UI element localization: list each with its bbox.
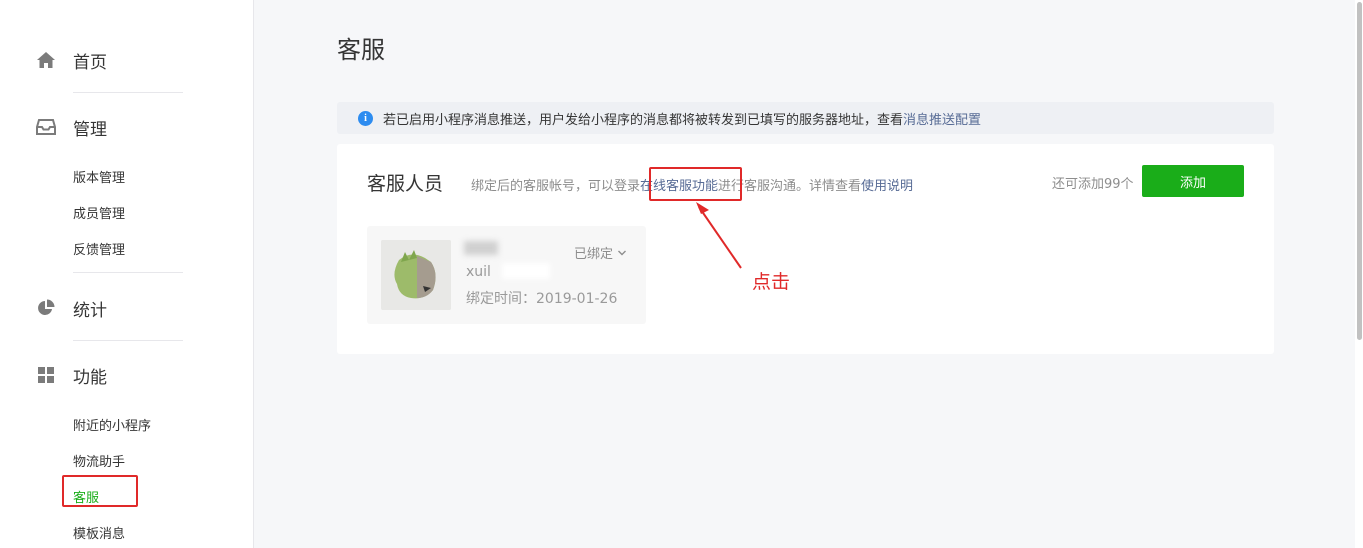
notice-link[interactable]: 消息推送配置: [903, 109, 981, 128]
agent-account-redacted: [502, 263, 550, 279]
quota-text: 还可添加99个: [1052, 177, 1134, 192]
notice-banner: i 若已启用小程序消息推送，用户发给小程序的消息都将被转发到已填写的服务器地址，…: [337, 102, 1274, 134]
add-button[interactable]: 添加: [1142, 165, 1244, 197]
grid-icon: [36, 365, 56, 385]
annotation-arrow-icon: [696, 202, 742, 269]
agent-card[interactable]: xuil 绑定时间：2019-01-26 已绑定: [367, 226, 646, 324]
nav-features-label: 功能: [73, 367, 107, 388]
bind-time: 绑定时间：2019-01-26: [466, 291, 618, 307]
agent-name-redacted: [464, 241, 498, 255]
divider: [73, 272, 183, 273]
usage-guide-link[interactable]: 使用说明: [861, 179, 913, 194]
card-desc-text: 绑定后的客服帐号，可以登录: [471, 179, 641, 194]
customer-service-card: 客服人员 绑定后的客服帐号，可以登录在线客服功能进行客服沟通。详情查看使用说明 …: [337, 144, 1274, 354]
nav-features[interactable]: 功能: [36, 363, 107, 388]
sidebar-item-nearby[interactable]: 附近的小程序: [73, 415, 151, 434]
sidebar-item-logistics[interactable]: 物流助手: [73, 451, 125, 470]
pie-chart-icon: [36, 298, 56, 318]
bind-status-dropdown[interactable]: 已绑定: [574, 243, 627, 262]
sidebar: 首页 管理 版本管理 成员管理 反馈管理 统计 功能 附近的小程序 物流助手 客…: [0, 0, 254, 548]
divider: [73, 340, 183, 341]
sidebar-item-members[interactable]: 成员管理: [73, 203, 125, 222]
agent-account: xuil: [466, 264, 491, 280]
nav-stats[interactable]: 统计: [36, 296, 107, 321]
page-title: 客服: [337, 36, 385, 64]
home-icon: [36, 50, 56, 70]
chevron-down-icon: [618, 250, 627, 255]
notice-text: 若已启用小程序消息推送，用户发给小程序的消息都将被转发到已填写的服务器地址，查看: [383, 112, 904, 128]
inbox-icon: [36, 117, 56, 137]
nav-manage-label: 管理: [73, 119, 107, 140]
divider: [73, 92, 183, 93]
info-icon: i: [358, 110, 373, 126]
card-title: 客服人员: [367, 173, 444, 195]
nav-home-label: 首页: [73, 52, 107, 73]
nav-manage[interactable]: 管理: [36, 115, 107, 140]
nav-stats-label: 统计: [73, 300, 107, 321]
bind-status-label: 已绑定: [574, 247, 614, 262]
annotation-highlight-box: [62, 475, 138, 507]
sidebar-item-version[interactable]: 版本管理: [73, 167, 125, 186]
annotation-text: 点击: [752, 271, 791, 293]
sidebar-item-feedback[interactable]: 反馈管理: [73, 239, 125, 258]
sidebar-item-template-msg[interactable]: 模板消息: [73, 523, 125, 542]
scrollbar-thumb[interactable]: [1357, 2, 1362, 340]
nav-home[interactable]: 首页: [36, 48, 107, 73]
avatar: [381, 240, 451, 310]
